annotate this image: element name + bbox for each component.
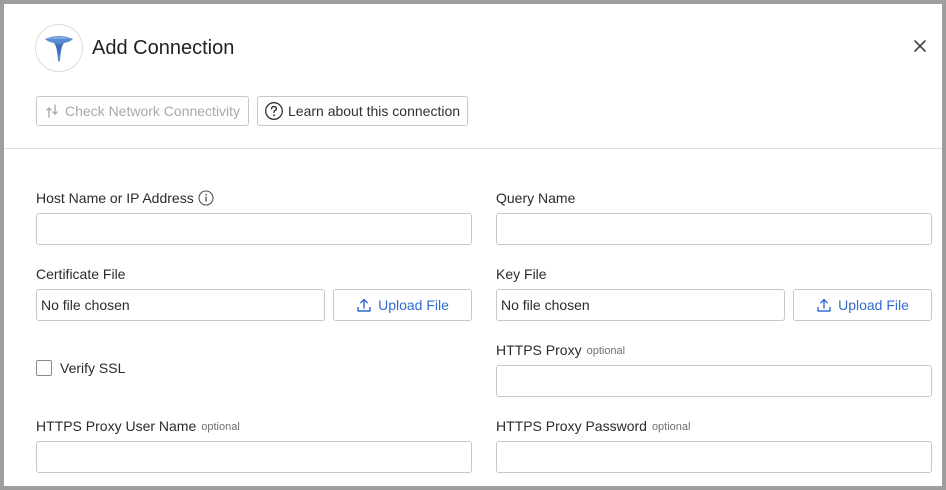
triangle-brand-logo-icon [45,36,73,62]
upload-icon [356,297,372,313]
learn-about-connection-button[interactable]: Learn about this connection [257,96,468,126]
check-network-connectivity-label: Check Network Connectivity [65,103,241,119]
key-file-label: Key File [496,266,547,282]
key-file-upload-label: Upload File [838,297,909,313]
optional-hint: optional [586,345,626,357]
host-name-input[interactable] [36,213,472,245]
header-divider [4,148,942,149]
host-name-label-row: Host Name or IP Address [36,189,214,207]
https-proxy-user-label: HTTPS Proxy User Name [36,418,197,434]
https-proxy-input[interactable] [496,365,932,397]
certificate-file-label: Certificate File [36,266,126,282]
query-name-label: Query Name [496,190,576,206]
verify-ssl-label[interactable]: Verify SSL [60,359,125,377]
app-logo [35,24,83,72]
add-connection-dialog: Add Connection Check Network Connectivit… [4,4,942,486]
key-file-upload-button[interactable]: Upload File [793,289,932,321]
certificate-file-status-text: No file chosen [41,297,130,313]
check-network-connectivity-button[interactable]: Check Network Connectivity [36,96,249,126]
help-circle-icon [264,101,284,121]
upload-icon [816,297,832,313]
certificate-file-status: No file chosen [36,289,325,321]
close-icon [914,40,926,52]
optional-hint: optional [201,421,240,433]
dialog-header: Add Connection Check Network Connectivit… [4,4,942,148]
info-icon[interactable] [198,190,214,206]
query-name-input[interactable] [496,213,932,245]
optional-hint: optional [651,421,691,433]
host-name-label: Host Name or IP Address [36,190,194,206]
key-file-status: No file chosen [496,289,785,321]
https-proxy-label-row: HTTPS Proxy optional [496,341,625,359]
close-button[interactable] [912,38,928,54]
https-proxy-password-input[interactable] [496,441,932,473]
key-file-status-text: No file chosen [501,297,590,313]
certificate-upload-label: Upload File [378,297,449,313]
https-proxy-user-input[interactable] [36,441,472,473]
network-connectivity-icon [43,102,61,120]
https-proxy-password-label-row: HTTPS Proxy Password optional [496,417,690,435]
https-proxy-label: HTTPS Proxy [496,342,582,358]
https-proxy-user-label-row: HTTPS Proxy User Name optional [36,417,240,435]
learn-about-connection-label: Learn about this connection [288,103,461,119]
https-proxy-password-label: HTTPS Proxy Password [496,418,647,434]
dialog-title: Add Connection [92,37,235,59]
verify-ssl-checkbox[interactable] [36,360,52,376]
certificate-upload-button[interactable]: Upload File [333,289,472,321]
